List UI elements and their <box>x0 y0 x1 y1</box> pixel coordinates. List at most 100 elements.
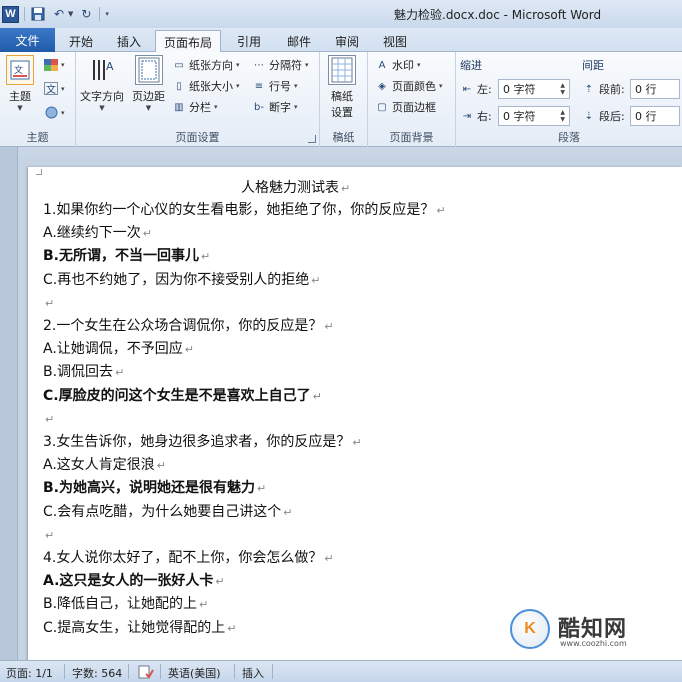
svg-text:A: A <box>106 60 114 73</box>
customize-qat-icon[interactable]: ▾ <box>105 10 109 18</box>
page-borders-button[interactable]: ▢ 页面边框 <box>375 99 436 115</box>
page-borders-icon: ▢ <box>377 101 387 113</box>
title-bar: W ↶ ▼ ↻ ▾ 魅力检验.docx.doc - Microsoft Word <box>0 0 682 28</box>
document-line: C.提高女生，让她觉得配的上 ↵ <box>43 618 236 640</box>
watermark-url: www.coozhi.com <box>560 639 627 648</box>
paragraph-mark-icon: ↵ <box>257 482 267 495</box>
theme-fonts-button[interactable]: 文 ▾ <box>44 82 65 96</box>
paragraph-mark-icon: ↵ <box>199 598 209 611</box>
watermark-button[interactable]: A 水印 ▾ <box>375 57 421 73</box>
tab-references[interactable]: 引用 <box>230 30 268 52</box>
document-line-text: 2.一个女生在公众场合调侃你，你的反应是？ <box>43 318 323 334</box>
spacing-before-label: ⇡ 段前: <box>582 81 625 97</box>
indent-right-value: 0 字符 <box>503 110 536 123</box>
margins-icon <box>134 55 163 85</box>
paragraph-mark-icon: ↵ <box>156 459 166 472</box>
document-line: C.再也不约她了，因为你不接受别人的拒绝 ↵ <box>43 270 320 292</box>
document-line-text: 4.女人说你太好了，配不上你，你会怎么做？ <box>43 550 323 566</box>
document-line: C.厚脸皮的问这个女生是不是喜欢上自己了 ↵ <box>43 386 322 408</box>
horizontal-ruler-strip <box>18 147 682 157</box>
columns-dropdown-icon: ▾ <box>214 103 218 111</box>
manuscript-settings-button[interactable]: 稿纸 设置 <box>328 55 356 120</box>
status-word-count[interactable]: 字数: 564 <box>72 665 122 681</box>
paragraph-mark-icon: ↵ <box>324 320 334 333</box>
orientation-button[interactable]: ▭ 纸张方向 ▾ <box>172 57 239 73</box>
spacing-before-icon: ⇡ <box>584 83 594 95</box>
tab-review[interactable]: 审阅 <box>328 30 366 52</box>
document-line-text: A.这只是女人的一张好人卡 <box>43 573 214 589</box>
hyphenation-dropdown-icon: ▾ <box>294 103 298 111</box>
tab-insert[interactable]: 插入 <box>110 30 148 52</box>
document-line-text: C.提高女生，让她觉得配的上 <box>43 620 226 636</box>
document-line: A.这女人肯定很浪 ↵ <box>43 455 166 477</box>
indent-left-input[interactable]: 0 字符 ▲ ▼ <box>498 79 570 99</box>
document-area[interactable]: 人格魅力测试表 ↵ 1.如果你约一个心仪的女生看电影，她拒绝了你，你的反应是？ ↵ A… <box>0 147 682 660</box>
line-numbers-button[interactable]: ≡ 行号 ▾ <box>252 78 298 94</box>
spacing-before-value: 0 行 <box>635 83 657 96</box>
status-divider <box>272 664 273 679</box>
page-setup-group: A 文字方向 ▼ 页边距 ▼ ▭ 纸张方向 ▾ ▯ 纸张大小 ▾ ▥ 分栏 ▾ ⋯ 分隔符 ▾ … <box>76 52 320 147</box>
window-title: 魅力检验.docx.doc - Microsoft Word <box>394 8 602 22</box>
indent-right-input[interactable]: 0 字符 ▲ ▼ <box>498 106 570 126</box>
status-language[interactable]: 英语(美国) <box>168 665 221 681</box>
status-page[interactable]: 页面: 1/1 <box>6 665 53 681</box>
tab-home[interactable]: 开始 <box>62 30 100 52</box>
ribbon: 文 主题 ▼ ▾ 文 ▾ ▾ 主题 A 文字方向 ▼ 页边距 ▼ ▭ 纸张方向 … <box>0 52 682 147</box>
spacing-after-label: ⇣ 段后: <box>582 108 625 124</box>
indent-left-spinner-icon[interactable]: ▲ ▼ <box>560 82 565 96</box>
document-line-text: C.会有点吃醋，为什么她要自己讲这个 <box>43 504 282 520</box>
theme-colors-icon <box>44 58 58 71</box>
redo-icon[interactable]: ↻ <box>78 6 94 22</box>
spacing-heading: 间距 <box>582 59 604 72</box>
vertical-ruler[interactable] <box>0 147 18 660</box>
columns-label: 分栏 <box>189 101 211 114</box>
themes-button[interactable]: 文 主题 ▼ <box>6 55 34 112</box>
columns-icon: ▥ <box>174 101 184 113</box>
svg-text:文: 文 <box>14 64 23 76</box>
tab-view[interactable]: 视图 <box>376 30 414 52</box>
hyphenation-button[interactable]: b‑ 断字 ▾ <box>252 99 298 115</box>
margin-corner-mark <box>36 169 42 175</box>
orientation-label: 纸张方向 <box>189 59 233 72</box>
watermark-dropdown-icon: ▾ <box>417 61 421 69</box>
tab-file[interactable]: 文件 <box>0 28 55 52</box>
document-line-text: A.让她调侃，不予回应 <box>43 341 183 357</box>
spacing-after-input[interactable]: 0 行 <box>630 106 680 126</box>
page-borders-label: 页面边框 <box>392 101 436 114</box>
text-direction-button[interactable]: A 文字方向 ▼ <box>80 55 124 112</box>
spacing-after-icon: ⇣ <box>584 110 594 122</box>
save-icon[interactable] <box>30 6 46 22</box>
document-line-text: B.无所谓，不当一回事儿 <box>43 248 199 264</box>
page-setup-launcher-icon[interactable] <box>308 135 316 143</box>
undo-dropdown-icon[interactable]: ▼ <box>68 10 73 18</box>
theme-effects-button[interactable]: ▾ <box>44 106 65 119</box>
undo-icon[interactable]: ↶ <box>51 6 67 22</box>
text-direction-label: 文字方向 <box>80 90 124 103</box>
document-line: C.会有点吃醋，为什么她要自己讲这个 ↵ <box>43 502 292 524</box>
ribbon-tab-row: 文件 开始 插入 页面布局 引用 邮件 审阅 视图 <box>0 28 682 53</box>
status-divider <box>64 664 65 679</box>
text-direction-icon: A <box>88 55 116 85</box>
indent-left-icon: ⇤ <box>462 83 472 95</box>
word-app-icon[interactable]: W <box>2 5 19 23</box>
document-line-text: B.为她高兴，说明她还是很有魅力 <box>43 480 255 496</box>
columns-button[interactable]: ▥ 分栏 ▾ <box>172 99 218 115</box>
margins-button[interactable]: 页边距 ▼ <box>132 55 165 112</box>
hyphenation-icon: b‑ <box>254 101 264 113</box>
spacing-after-value: 0 行 <box>635 110 657 123</box>
spacing-before-input[interactable]: 0 行 <box>630 79 680 99</box>
paragraph-mark-icon: ↵ <box>311 274 321 287</box>
breaks-button[interactable]: ⋯ 分隔符 ▾ <box>252 57 309 73</box>
paragraph-mark-icon: ↵ <box>283 506 293 519</box>
proofing-icon[interactable] <box>138 665 154 682</box>
status-insert-mode[interactable]: 插入 <box>242 665 264 681</box>
document-page[interactable]: 人格魅力测试表 ↵ 1.如果你约一个心仪的女生看电影，她拒绝了你，你的反应是？ ↵ A… <box>28 167 682 660</box>
tab-mailings[interactable]: 邮件 <box>280 30 318 52</box>
size-button[interactable]: ▯ 纸张大小 ▾ <box>172 78 239 94</box>
tab-page-layout[interactable]: 页面布局 <box>155 30 221 53</box>
page-color-button[interactable]: ◈ 页面颜色 ▾ <box>375 78 442 94</box>
qat-divider <box>24 7 25 21</box>
indent-right-spinner-icon[interactable]: ▲ ▼ <box>560 109 565 123</box>
page-color-label: 页面颜色 <box>392 80 436 93</box>
theme-colors-button[interactable]: ▾ <box>44 58 65 71</box>
